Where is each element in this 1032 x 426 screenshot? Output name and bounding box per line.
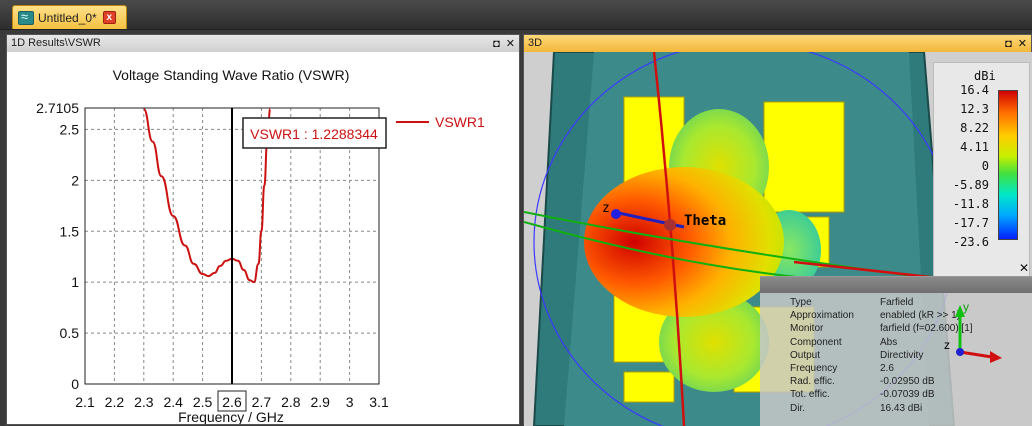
legend-label-vswr1: VSWR1 [435,114,485,130]
close-panel-icon[interactable]: ✕ [506,36,515,52]
info-key: Dir. [790,402,805,414]
marker-readout: VSWR1 : 1.2288344 [250,126,378,142]
app-icon [18,9,34,25]
x-tick-label: 2.2 [105,394,125,410]
legend-tick: 0 [981,159,989,173]
theta-label: Theta [684,213,726,229]
info-key: Rad. effic. [790,376,835,388]
panel-title-bar: 3D ◘ ✕ [524,35,1031,52]
legend-tick: 12.3 [960,102,989,116]
x-axis-icon [959,350,993,359]
axes-widget-y-label: y [963,300,969,314]
axes-widget: y z [944,300,1002,363]
panel-title: 3D [528,37,543,49]
info-key: Monitor [790,323,824,335]
legend-tick: -11.8 [952,197,989,211]
x-tick-label: 2.3 [134,394,154,410]
x-tick-label: 2.5 [193,394,213,410]
info-value: -0.07039 dB [880,389,935,401]
farfield-3d-panel: 3D ◘ ✕ z Theta dBi 16.4 12.3 8.22 4.11 0… [523,34,1032,426]
y-tick-label: 0.5 [60,325,80,341]
info-overlay-header [760,277,1032,293]
axes-widget-z-label: z [944,338,950,352]
y-tick-label: 2 [71,172,79,188]
x-tick-label: 2.1 [75,394,95,410]
y-tick-label: 2.7105 [36,100,79,116]
x-tick-label: 2.7 [252,394,272,410]
document-tab-label: Untitled_0* [38,10,97,25]
vswr-chart[interactable]: Voltage Standing Wave Ratio (VSWR) 0 0.5 1… [7,52,519,424]
restore-panel-icon[interactable]: ◘ [493,36,500,52]
close-tab-icon[interactable]: x [102,11,116,24]
legend-tick: -5.89 [952,178,989,192]
y-tick-labels: 0 0.5 1 1.5 2 2.5 2.7105 [36,100,79,392]
z-axis-icon [956,348,964,356]
info-key: Tot. effic. [790,389,830,401]
restore-panel-icon[interactable]: ◘ [1005,36,1012,52]
close-overlay-icon[interactable]: ✕ [1019,261,1029,275]
y-tick-label: 1 [71,274,79,290]
close-panel-icon[interactable]: ✕ [1018,36,1027,52]
x-tick-label: 3.1 [369,394,389,410]
info-key: Approximation [790,310,854,322]
x-tick-label: 2.4 [163,394,183,410]
info-value: -0.02950 dB [880,376,935,388]
legend-tick: 8.22 [960,121,989,135]
x-tick-label: 2.9 [310,394,330,410]
info-value: Abs [880,336,898,348]
color-scale-bar [998,90,1018,240]
directivity-color-legend: dBi 16.4 12.3 8.22 4.11 0 -5.89 -11.8 -1… [933,62,1030,280]
legend-tick: 4.11 [960,140,989,154]
info-value: Directivity [880,349,924,361]
chart-title: Voltage Standing Wave Ratio (VSWR) [113,67,350,83]
x-axis-label: Frequency / GHz [178,409,284,424]
patch-6 [623,371,675,403]
y-tick-label: 1.5 [60,223,80,239]
panel-title-bar: 1D Results\VSWR ◘ ✕ [7,35,519,52]
legend-unit: dBi [974,69,996,83]
patch-2 [763,101,845,213]
info-value: 2.6 [880,363,894,374]
farfield-info-overlay: ✕ Type Farfield Approximation enabled (kR >… [760,261,1032,426]
z-axis-origin [611,209,621,219]
legend-tick: -23.6 [952,235,989,249]
theta-marker [664,219,676,231]
info-value: 16.43 dBi [880,402,923,414]
y-tick-label: 2.5 [60,121,80,137]
marker-x-label: 2.6 [222,394,242,410]
legend-tick: 16.4 [960,83,989,97]
z-axis-label: z [602,201,610,216]
panel-title: 1D Results\VSWR [11,37,101,49]
x-axis-arrowhead [990,351,1002,363]
info-key: Frequency [790,363,838,374]
y-tick-label: 0 [71,376,79,392]
info-value: Farfield [880,297,914,308]
x-tick-label: 3 [346,394,354,410]
x-tick-label: 2.8 [281,394,301,410]
legend-tick: -17.7 [952,216,989,230]
info-key: Output [790,349,821,361]
info-key: Component [790,336,842,348]
info-key: Type [790,297,812,308]
document-tab-strip: Untitled_0* x [0,0,1032,30]
vswr-results-panel: 1D Results\VSWR ◘ ✕ Voltage Standing Wav… [6,34,520,425]
document-tab[interactable]: Untitled_0* x [12,5,127,29]
